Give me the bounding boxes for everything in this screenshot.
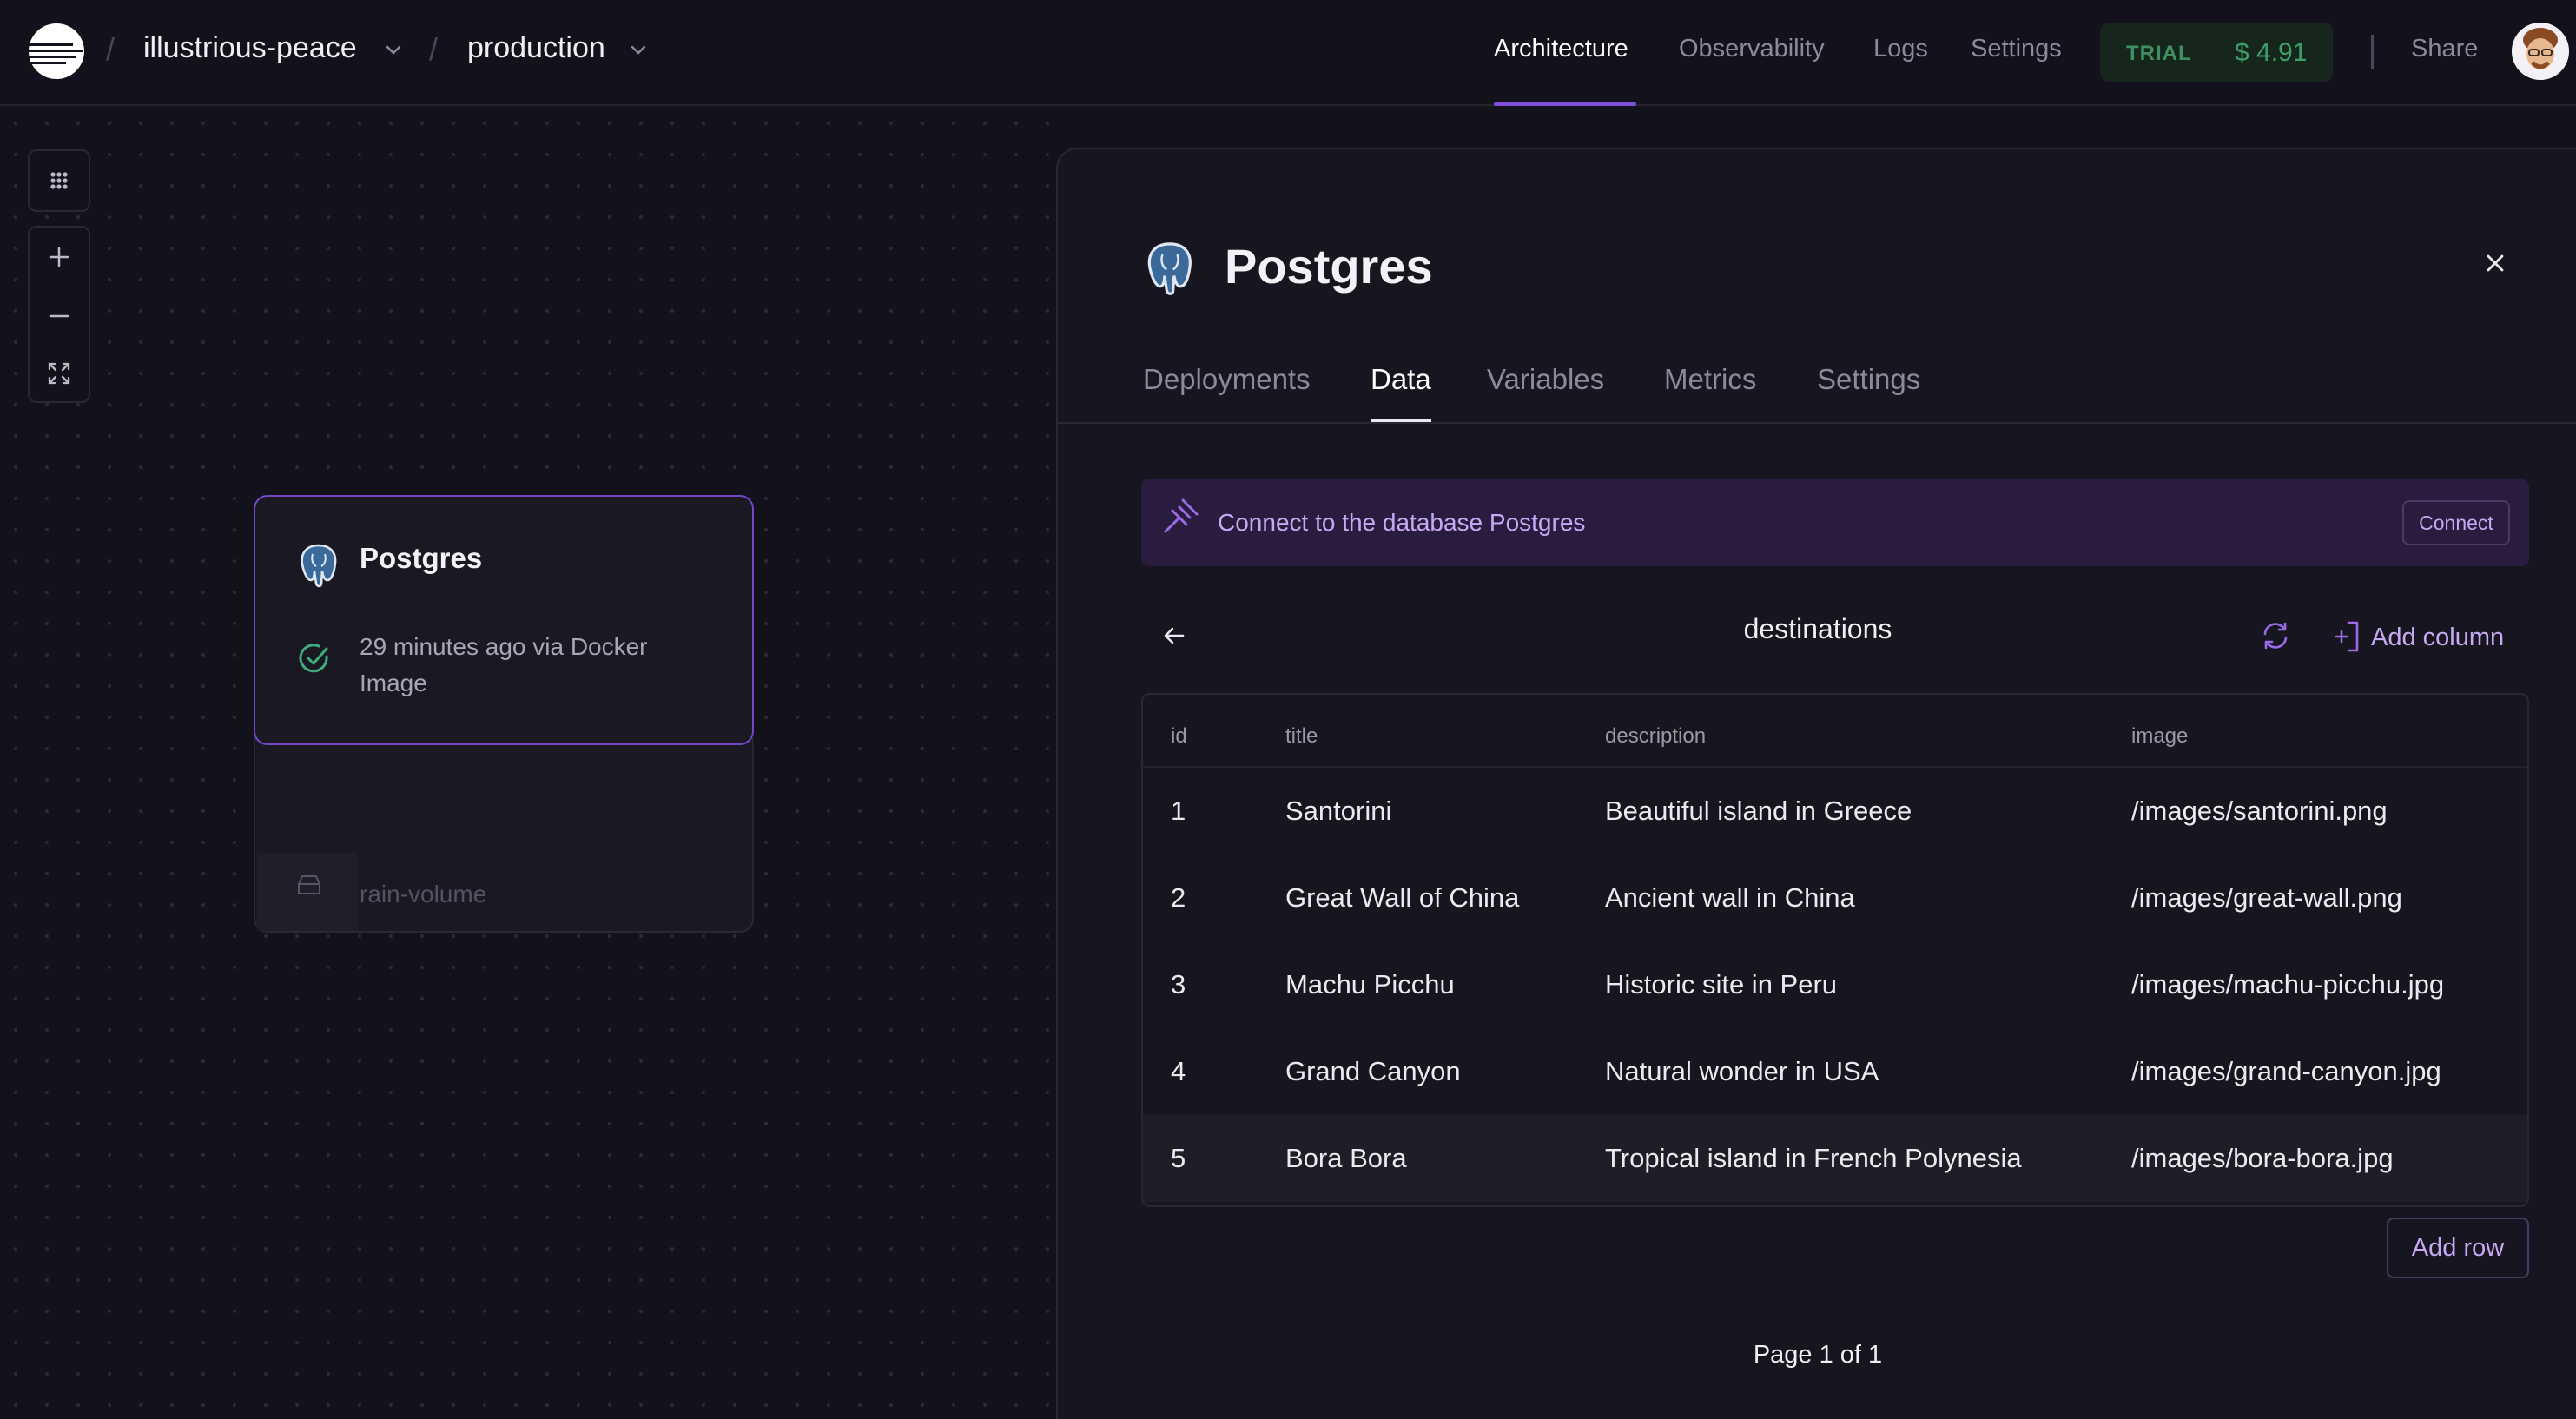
cell-image: /images/machu-picchu.jpg: [2131, 969, 2445, 1000]
cell-description: Historic site in Peru: [1605, 969, 1838, 1000]
canvas-menu-toolbar: [28, 149, 90, 212]
table-row[interactable]: 4 Grand Canyon Natural wonder in USA /im…: [1143, 1028, 2527, 1115]
tab-metrics[interactable]: Metrics: [1664, 363, 1756, 396]
connect-banner-text: Connect to the database Postgres: [1218, 509, 1586, 536]
add-row-button[interactable]: Add row: [2387, 1218, 2529, 1278]
service-name: Postgres: [360, 542, 483, 574]
tabs-divider: [1058, 422, 2576, 424]
connect-button[interactable]: Connect: [2402, 500, 2510, 545]
hard-drive-icon: [298, 875, 320, 894]
cell-title: Bora Bora: [1285, 1143, 1407, 1173]
top-bar: / illustrious-peace / production Archite…: [0, 0, 2576, 106]
deploy-success-icon: [299, 644, 328, 673]
environment-name[interactable]: production: [467, 31, 605, 65]
nav-logs[interactable]: Logs: [1873, 35, 1928, 63]
cell-image: /images/great-wall.png: [2131, 882, 2402, 913]
tab-data[interactable]: Data: [1371, 363, 1431, 396]
column-header-title[interactable]: title: [1285, 724, 1318, 749]
pagination-label: Page 1 of 1: [1753, 1341, 1883, 1369]
cell-title: Great Wall of China: [1285, 882, 1520, 913]
active-nav-indicator: [1494, 102, 1636, 106]
refresh-icon[interactable]: [2260, 620, 2291, 651]
column-header-id[interactable]: id: [1171, 724, 1187, 749]
breadcrumb-separator: /: [429, 31, 439, 67]
table-row[interactable]: 2 Great Wall of China Ancient wall in Ch…: [1143, 855, 2527, 941]
architecture-canvas[interactable]: rain-volume Postgres 29 minutes ago via …: [0, 108, 1058, 1419]
cell-id: 1: [1171, 795, 1186, 826]
tab-deployments[interactable]: Deployments: [1143, 363, 1311, 396]
cell-image: /images/santorini.png: [2131, 795, 2388, 826]
panel-title: Postgres: [1225, 239, 1433, 294]
nav-observability[interactable]: Observability: [1679, 35, 1825, 63]
volume-icon-area: [257, 853, 358, 931]
trial-label: TRIAL: [2126, 42, 2192, 65]
plug-connect-icon: [1164, 498, 1199, 533]
postgres-elephant-icon: [1147, 242, 1192, 295]
add-column-icon[interactable]: [2333, 620, 2361, 653]
deploy-status: 29 minutes ago via Docker Image: [360, 633, 648, 696]
table-row[interactable]: 3 Machu Picchu Historic site in Peru /im…: [1143, 941, 2527, 1028]
header-divider: [2371, 35, 2374, 69]
tab-variables[interactable]: Variables: [1487, 363, 1604, 396]
cell-description: Natural wonder in USA: [1605, 1056, 1879, 1086]
table-row[interactable]: 5 Bora Bora Tropical island in French Po…: [1143, 1115, 2527, 1202]
data-table: id title description image 1 Santorini B…: [1141, 693, 2529, 1207]
connect-banner: Connect to the database Postgres Connect: [1141, 479, 2529, 566]
trial-badge[interactable]: TRIAL $ 4.91: [2100, 23, 2333, 82]
nav-architecture[interactable]: Architecture: [1494, 35, 1628, 63]
chevron-down-icon[interactable]: [629, 40, 648, 59]
zoom-toolbar: [28, 226, 90, 403]
user-avatar-icon: [2512, 23, 2569, 80]
cell-description: Beautiful island in Greece: [1605, 795, 1912, 826]
fit-view-icon[interactable]: [30, 344, 89, 403]
cell-image: /images/grand-canyon.jpg: [2131, 1056, 2441, 1086]
postgres-elephant-icon: [301, 544, 337, 588]
project-name[interactable]: illustrious-peace: [143, 31, 357, 65]
column-header-image[interactable]: image: [2131, 724, 2188, 749]
cell-id: 3: [1171, 969, 1186, 1000]
cell-image: /images/bora-bora.jpg: [2131, 1143, 2394, 1173]
tab-settings[interactable]: Settings: [1817, 363, 1920, 396]
share-button[interactable]: Share: [2411, 35, 2478, 63]
cell-title: Machu Picchu: [1285, 969, 1455, 1000]
nav-settings[interactable]: Settings: [1971, 35, 2062, 63]
railway-logo-icon[interactable]: [28, 23, 85, 80]
cell-title: Santorini: [1285, 795, 1392, 826]
cell-id: 4: [1171, 1056, 1186, 1086]
cell-id: 5: [1171, 1143, 1186, 1173]
zoom-in-icon[interactable]: [30, 228, 89, 287]
cell-id: 2: [1171, 882, 1186, 913]
breadcrumb-separator: /: [106, 31, 116, 67]
add-column-button[interactable]: Add column: [2371, 624, 2504, 652]
close-icon[interactable]: [2482, 250, 2508, 276]
trial-credit-amount: $ 4.91: [2235, 38, 2308, 67]
cell-description: Ancient wall in China: [1605, 882, 1855, 913]
active-tab-indicator: [1371, 419, 1431, 422]
grid-menu-icon[interactable]: [30, 151, 89, 210]
postgres-service-card[interactable]: Postgres 29 minutes ago via Docker Image: [254, 495, 754, 745]
column-header-description[interactable]: description: [1605, 724, 1706, 749]
cell-title: Grand Canyon: [1285, 1056, 1461, 1086]
chevron-down-icon[interactable]: [384, 40, 403, 59]
volume-name: rain-volume: [360, 881, 487, 908]
zoom-out-icon[interactable]: [30, 287, 89, 346]
volume-attachment[interactable]: rain-volume: [254, 729, 754, 933]
service-detail-panel: Postgres Deployments Data Variables Metr…: [1056, 148, 2576, 1419]
cell-description: Tropical island in French Polynesia: [1605, 1143, 2022, 1173]
table-row[interactable]: 1 Santorini Beautiful island in Greece /…: [1143, 768, 2527, 855]
avatar[interactable]: [2512, 23, 2569, 80]
